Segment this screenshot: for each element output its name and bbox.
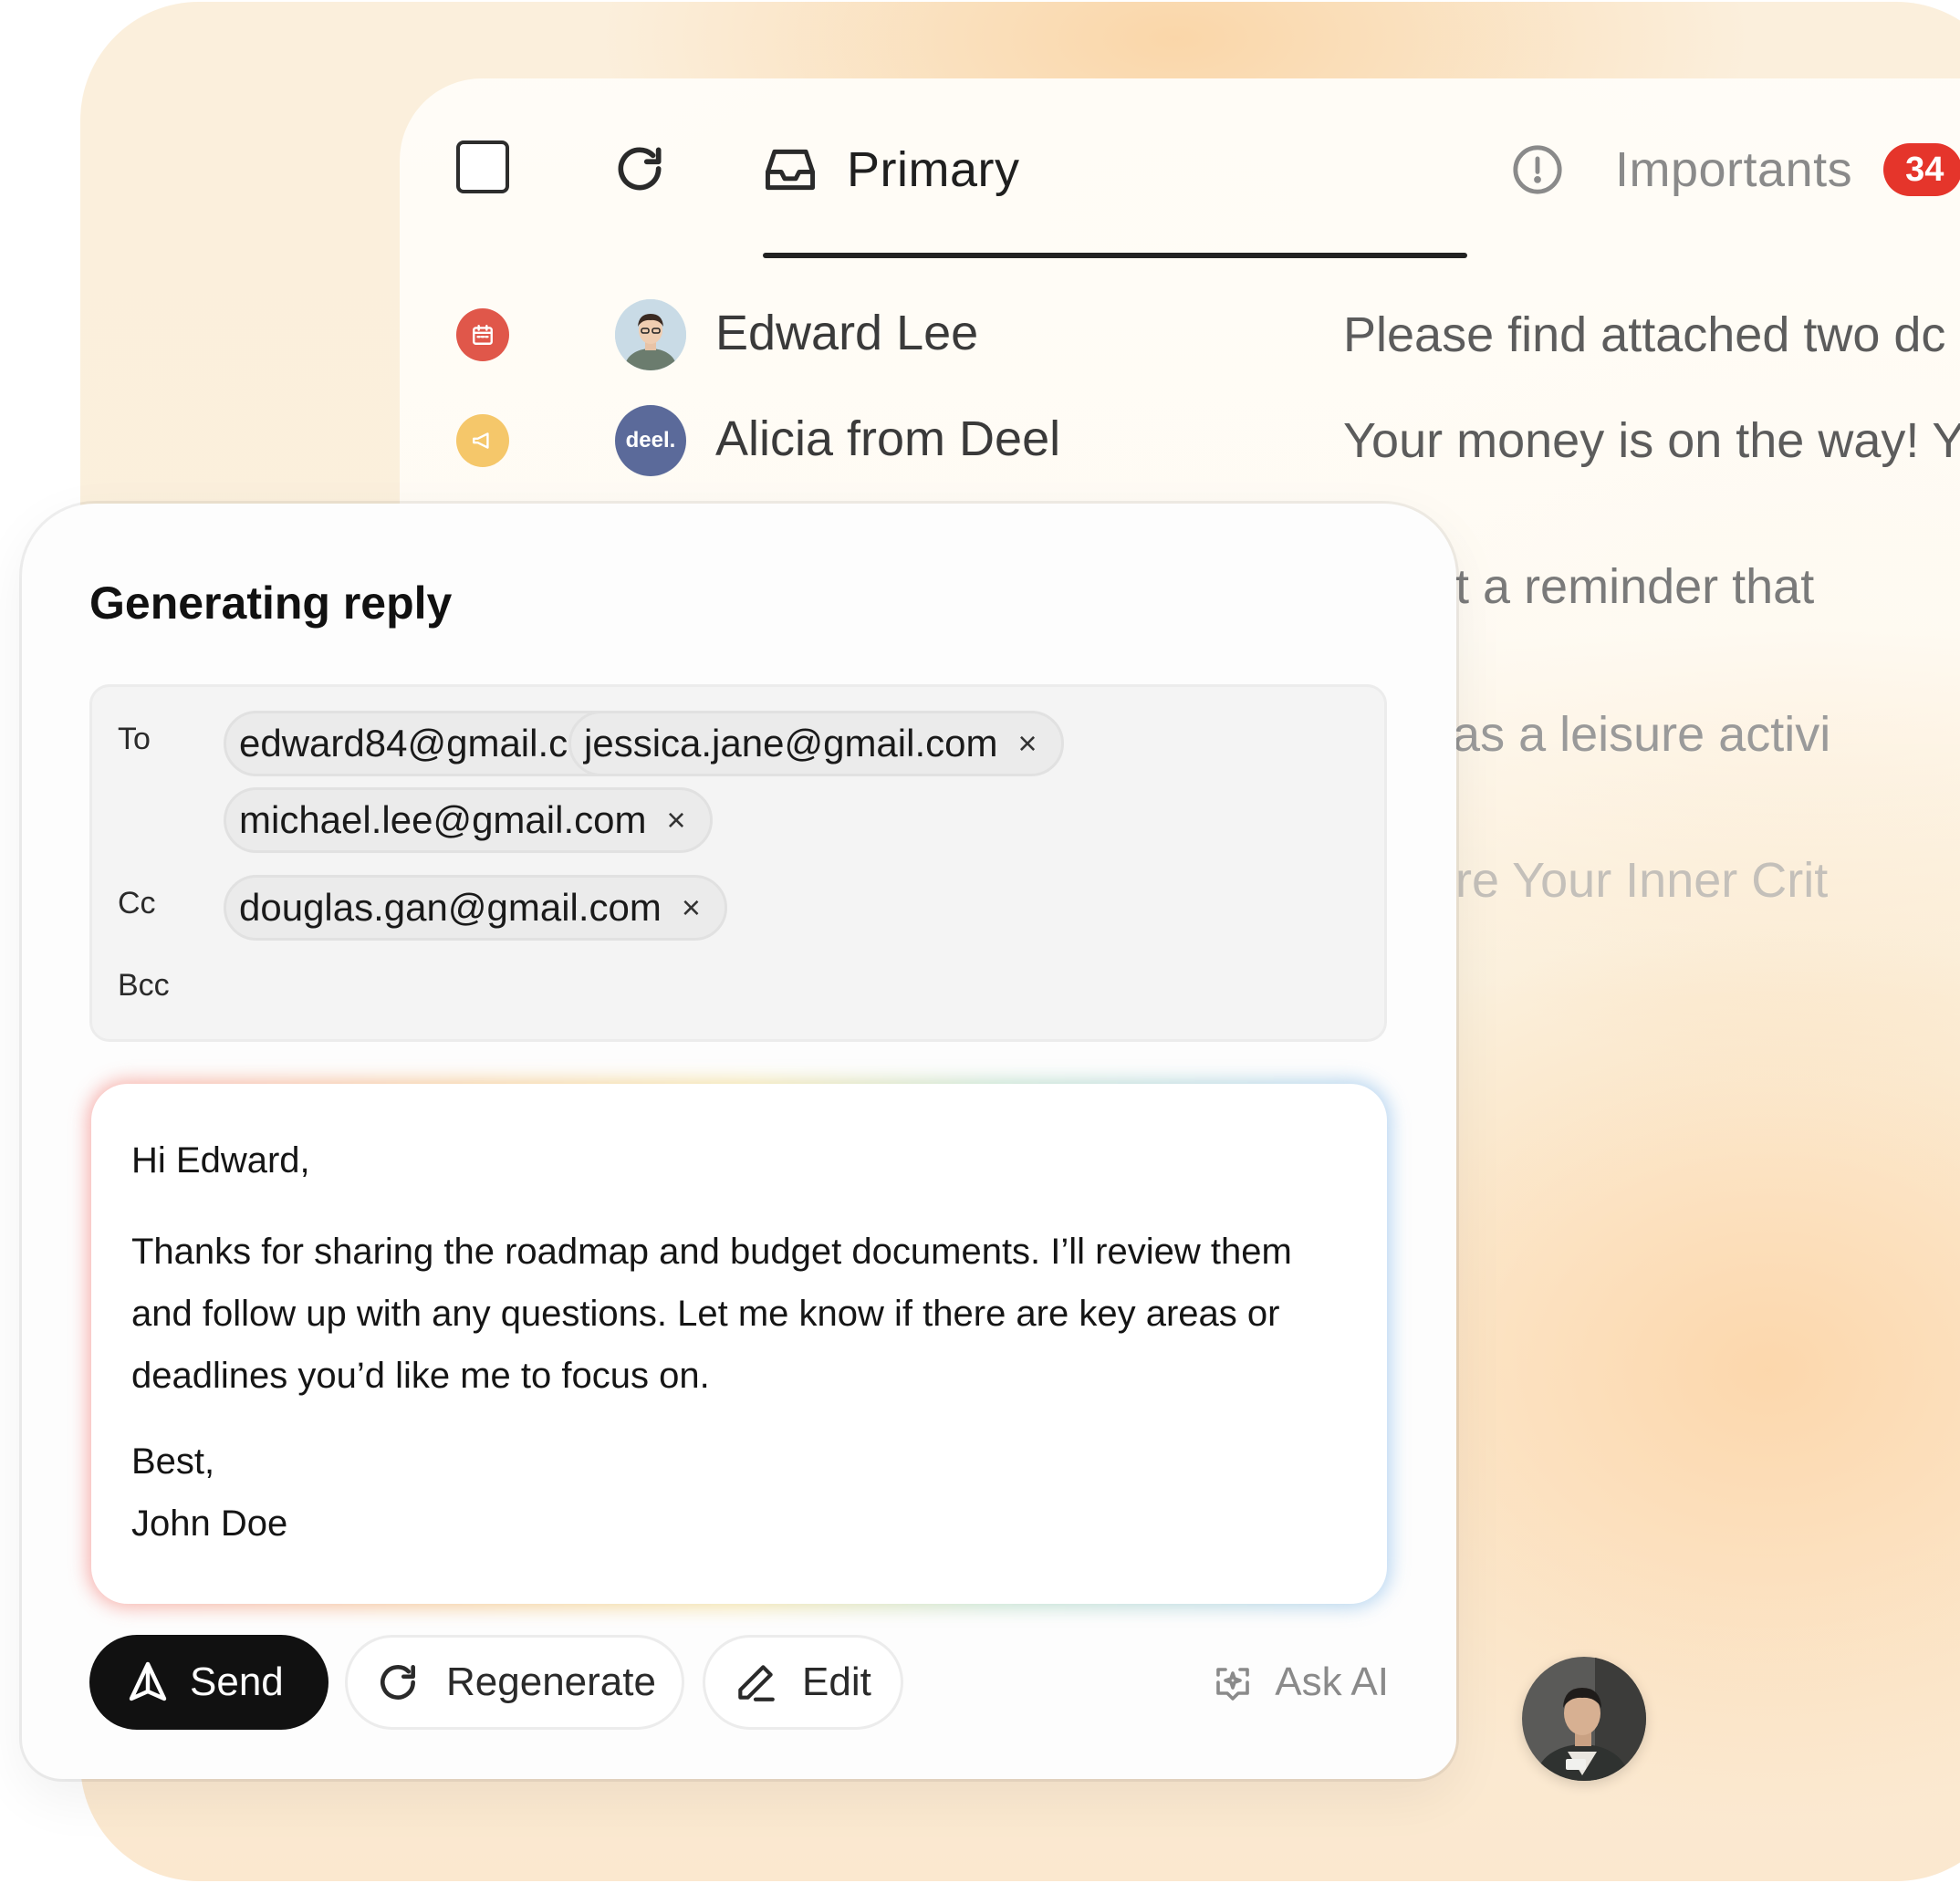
edit-label: Edit xyxy=(802,1659,871,1704)
tab-primary-label: Primary xyxy=(847,142,1020,197)
email-preview: Please find attached two dc xyxy=(1343,307,1946,362)
refresh-icon[interactable] xyxy=(611,140,668,197)
recipient-email: jessica.jane@gmail.com xyxy=(584,722,998,765)
tab-importants-label: Importants xyxy=(1615,142,1853,197)
tab-primary[interactable]: Primary xyxy=(763,133,1020,206)
email-preview: Your money is on the way! Y xyxy=(1343,413,1960,468)
inbox-tray-icon xyxy=(765,149,815,191)
recipient-chip[interactable]: jessica.jane@gmail.com × xyxy=(568,711,1064,776)
calendar-icon xyxy=(473,325,493,345)
inbox-header: Primary Importants 34 xyxy=(400,78,1960,261)
pencil-icon xyxy=(738,1665,775,1701)
avatar: deel. xyxy=(615,405,686,476)
body-signoff: Best, xyxy=(131,1441,215,1482)
recipients-panel: To edward84@gmail.com × jessica.jane@gma… xyxy=(89,684,1387,1042)
send-button[interactable]: Send xyxy=(89,1635,328,1730)
cc-email: douglas.gan@gmail.com xyxy=(239,886,662,929)
body-signature: John Doe xyxy=(131,1503,288,1544)
stage: Primary Importants 34 Edward Lee Please … xyxy=(0,0,1960,1883)
person-avatar-icon xyxy=(1522,1657,1646,1781)
email-row[interactable]: deel. Alicia from Deel Your money is on … xyxy=(400,389,1960,489)
compose-title: Generating reply xyxy=(89,577,453,629)
body-greeting: Hi Edward, xyxy=(131,1140,310,1181)
edit-button[interactable]: Edit xyxy=(703,1635,903,1730)
sender-name: Edward Lee xyxy=(715,306,979,360)
email-row[interactable]: Edward Lee Please find attached two dc xyxy=(400,283,1960,383)
send-icon xyxy=(129,1661,167,1701)
remove-recipient-icon[interactable]: × xyxy=(666,787,685,853)
ask-ai-label: Ask AI xyxy=(1275,1659,1389,1704)
cc-label: Cc xyxy=(118,886,156,921)
person-avatar-icon xyxy=(615,299,686,370)
reply-body-editor[interactable]: Hi Edward, Thanks for sharing the roadma… xyxy=(91,1084,1387,1604)
user-avatar[interactable] xyxy=(1522,1657,1646,1781)
bcc-label[interactable]: Bcc xyxy=(118,968,170,1004)
recipient-email: edward84@gmail.com xyxy=(239,722,621,765)
regenerate-button[interactable]: Regenerate xyxy=(345,1635,684,1730)
compose-actions: Send Regenerate Edit Ask AI xyxy=(89,1635,1389,1735)
select-all-checkbox[interactable] xyxy=(456,140,509,193)
refresh-icon xyxy=(381,1665,415,1700)
ask-ai-button[interactable]: Ask AI xyxy=(1211,1635,1389,1730)
megaphone-icon xyxy=(473,432,489,449)
cc-chip[interactable]: douglas.gan@gmail.com × xyxy=(224,875,727,941)
calendar-tag xyxy=(456,308,509,361)
avatar xyxy=(615,299,686,370)
promo-tag xyxy=(456,414,509,467)
recipient-chip[interactable]: michael.lee@gmail.com × xyxy=(224,787,713,853)
to-label: To xyxy=(118,722,151,756)
active-tab-indicator xyxy=(763,253,1467,258)
tab-importants[interactable]: Importants 34 xyxy=(1511,133,1960,206)
body-paragraph: Thanks for sharing the roadmap and budge… xyxy=(131,1232,1292,1396)
ai-sparkle-icon xyxy=(1216,1668,1250,1701)
recipient-email: michael.lee@gmail.com xyxy=(239,798,647,841)
remove-recipient-icon[interactable]: × xyxy=(1017,711,1037,776)
send-label: Send xyxy=(190,1659,284,1704)
alert-circle-icon xyxy=(1513,145,1562,194)
reply-compose-card: Generating reply To edward84@gmail.com ×… xyxy=(22,504,1456,1779)
sender-name: Alicia from Deel xyxy=(715,411,1061,466)
deel-logo: deel. xyxy=(625,428,676,453)
remove-recipient-icon[interactable]: × xyxy=(682,875,701,941)
unread-count-badge: 34 xyxy=(1883,143,1960,196)
regenerate-label: Regenerate xyxy=(446,1659,656,1704)
